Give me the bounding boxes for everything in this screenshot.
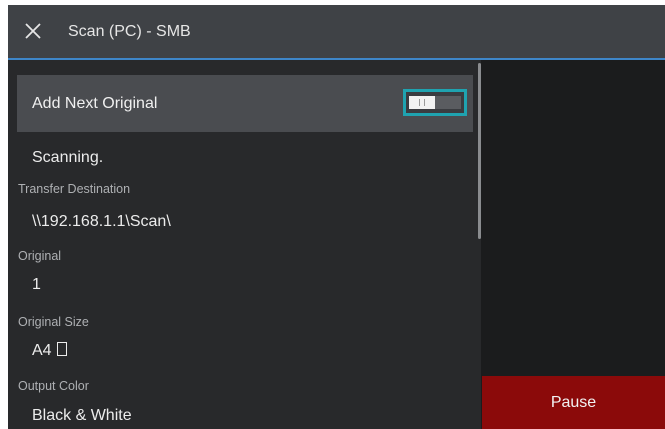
output-color-label: Output Color [18,379,89,393]
transfer-destination-value: \\192.168.1.1\Scan\ [32,213,171,230]
original-size-row: A4 [32,341,67,361]
pause-button[interactable]: Pause [482,376,665,429]
screen: Scan (PC) - SMB Add Next Original Scanni… [0,0,665,429]
right-pane [481,60,665,429]
header-bar: Scan (PC) - SMB [8,5,665,60]
add-next-original-toggle[interactable] [403,89,467,116]
scan-panel: Scan (PC) - SMB Add Next Original Scanni… [8,5,665,429]
scrollbar[interactable] [478,63,481,239]
scan-status: Scanning. [32,149,104,166]
close-icon [25,23,41,39]
transfer-destination-label: Transfer Destination [18,182,131,196]
grip-icon [424,99,425,106]
add-next-original-label: Add Next Original [32,95,158,112]
original-label: Original [18,249,62,263]
portrait-orientation-icon [56,342,67,356]
output-color-value: Black & White [32,407,132,424]
original-size-label: Original Size [18,315,89,329]
add-next-original-row[interactable]: Add Next Original [17,75,473,132]
toggle-knob [409,96,435,109]
page-title: Scan (PC) - SMB [68,23,191,40]
original-size-value: A4 [32,342,52,359]
grip-icon [419,99,420,106]
original-value: 1 [32,276,41,293]
close-button[interactable] [18,16,48,46]
